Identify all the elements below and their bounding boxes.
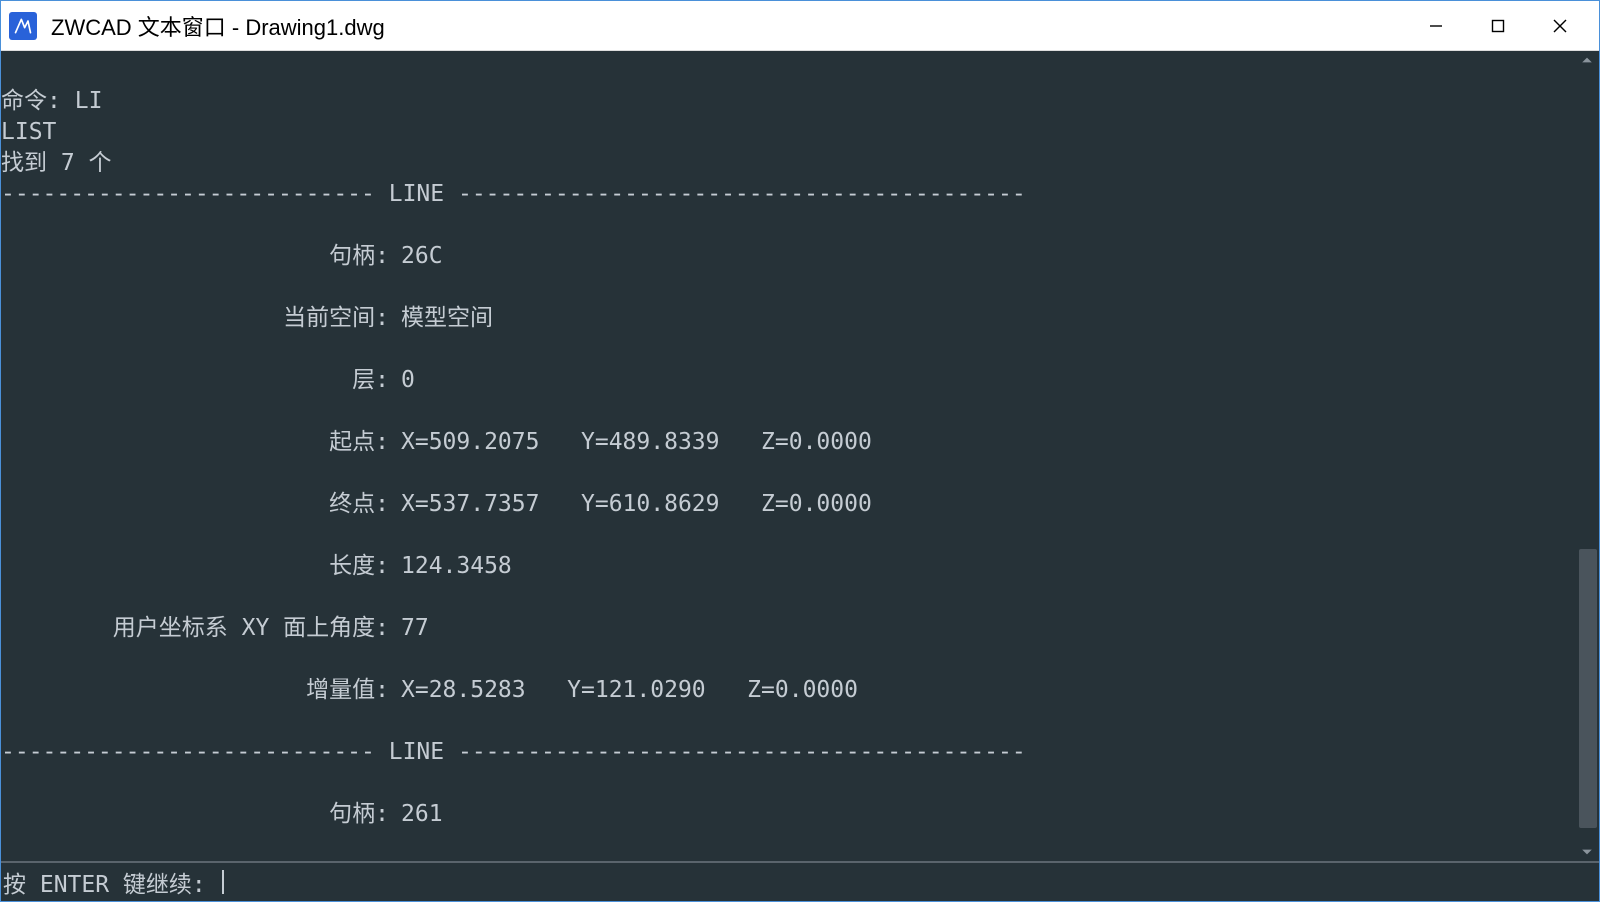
command-prompt: 按 ENTER 键继续:: [1, 861, 1599, 901]
cursor-icon: [222, 870, 224, 894]
titlebar: ZWCAD 文本窗口 - Drawing1.dwg: [1, 1, 1599, 51]
app-icon: [9, 12, 37, 40]
prop-label-length: 长度:: [1, 551, 401, 582]
command-label: 命令:: [1, 88, 61, 114]
close-button[interactable]: [1529, 3, 1591, 49]
minimize-button[interactable]: [1405, 3, 1467, 49]
prop-label-handle: 句柄:: [1, 799, 401, 830]
found-text: 找到 7 个: [1, 150, 112, 176]
scroll-thumb[interactable]: [1579, 549, 1597, 828]
prop-val-startpt: X=509.2075 Y=489.8339 Z=0.0000: [401, 427, 1575, 458]
maximize-button[interactable]: [1467, 3, 1529, 49]
prop-label-startpt: 起点:: [1, 427, 401, 458]
window-title: ZWCAD 文本窗口 - Drawing1.dwg: [51, 10, 1405, 42]
prop-val-endpt: X=537.7357 Y=610.8629 Z=0.0000: [401, 489, 1575, 520]
command-value: LI: [75, 88, 103, 114]
prop-label-space: 当前空间:: [1, 303, 401, 334]
prop-label-angle: 用户坐标系 XY 面上角度:: [1, 613, 401, 644]
list-label: LIST: [1, 119, 56, 145]
prop-label-endpt: 终点:: [1, 489, 401, 520]
prop-val-angle: 77: [401, 613, 1575, 644]
prop-val-space: 模型空间: [401, 303, 1575, 334]
prop-label-handle: 句柄:: [1, 241, 401, 272]
section-divider: --------------------------- LINE -------…: [1, 179, 1575, 210]
prompt-label: 按 ENTER 键继续:: [3, 865, 220, 899]
prop-label-delta: 增量值:: [1, 675, 401, 706]
scrollbar[interactable]: [1575, 51, 1599, 861]
window-controls: [1405, 3, 1591, 49]
text-window: ZWCAD 文本窗口 - Drawing1.dwg 命令: LI LIST 找到…: [0, 0, 1600, 902]
scroll-track[interactable]: [1577, 69, 1597, 843]
prop-val-handle: 26C: [401, 241, 1575, 272]
prop-val-length: 124.3458: [401, 551, 1575, 582]
prop-val-layer: 0: [401, 365, 1575, 396]
section-divider: --------------------------- LINE -------…: [1, 737, 1575, 768]
scroll-down-icon[interactable]: [1575, 843, 1599, 861]
prop-val-delta: X=28.5283 Y=121.0290 Z=0.0000: [401, 675, 1575, 706]
scroll-up-icon[interactable]: [1575, 51, 1599, 69]
prop-label-layer: 层:: [1, 365, 401, 396]
prop-val-handle: 261: [401, 799, 1575, 830]
terminal-output[interactable]: 命令: LI LIST 找到 7 个 ---------------------…: [1, 51, 1575, 861]
command-input[interactable]: [220, 870, 1599, 894]
